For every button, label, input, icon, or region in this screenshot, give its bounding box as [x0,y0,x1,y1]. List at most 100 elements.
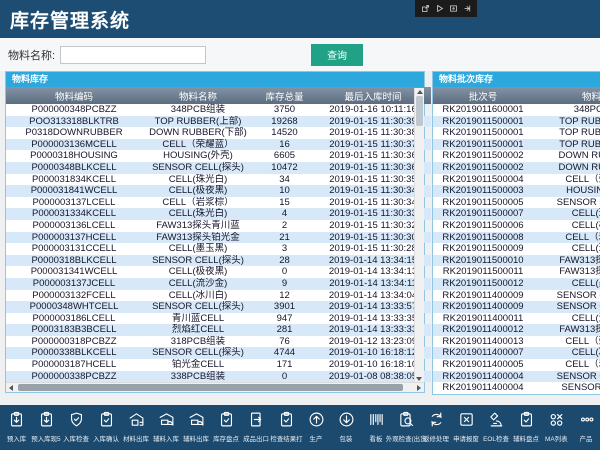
scrollbar-thumb[interactable] [18,384,403,391]
table-row[interactable]: P000003137HCELLFAW313探头铂光金212019-01-15 1… [6,232,431,244]
column-header[interactable]: 物料名称 [533,87,600,104]
material-name-input[interactable] [60,46,206,64]
toolbar-button[interactable]: 库存盘点 [211,411,241,444]
table-row[interactable]: P0000348WHTCELLSENSOR CELL(探头)39012019-0… [6,301,431,313]
toolbar-button[interactable]: 入库检查 [61,411,91,444]
scroll-left-arrow-icon[interactable] [9,385,13,391]
table-row[interactable]: RK2019011400013CELL（荣耀蓝） [433,336,600,348]
table-row[interactable]: RK2019011500001TOP RUBBER(上部 [433,116,600,128]
toolbar-button[interactable]: 生产 [301,411,331,444]
table-row[interactable]: RK2019011500011FAW313探头铂光金 [433,266,600,278]
share-icon[interactable] [463,4,472,13]
column-header[interactable]: 批次号 [433,87,533,104]
table-row[interactable]: RK2019011500004CELL（荣耀蓝） [433,174,600,186]
table-row[interactable]: P000003131CCELLCELL(墨玉黑)32019-01-15 11:3… [6,243,431,255]
table-row[interactable]: RK2019011400007CELL(冰川白) [433,347,600,359]
column-header[interactable]: 物料编码 [6,87,142,104]
query-button[interactable]: 查询 [311,44,363,66]
table-row[interactable]: RK2019011400009SENSOR CELL(探头 [433,290,600,302]
column-header[interactable]: 物料名称 [142,87,254,104]
toolbar-button[interactable]: 成品出口 [241,411,271,444]
table-row[interactable]: RK2019011500003HOUSING(外壳) [433,185,600,197]
screen-icon[interactable] [449,4,458,13]
clipboard-in-icon [38,411,55,433]
table-row[interactable]: RK2019011500001TOP RUBBER(上部 [433,139,600,151]
toolbar-button[interactable]: 包装 [331,411,361,444]
table-cell: CELL(极夜黑) [533,220,600,232]
table-row[interactable]: P000000348PCBZZ348PCB组装37502019-01-16 10… [6,104,431,116]
table-row[interactable]: P0000348BLKCELLSENSOR CELL(探头)104722019-… [6,162,431,174]
table-row[interactable]: P000031341WCELLCELL(极夜黑)02019-01-14 13:3… [6,266,431,278]
table-row[interactable]: RK2019011500005SENSOR CELL(探头 [433,197,600,209]
scrollbar-thumb[interactable] [416,96,423,126]
scroll-up-arrow-icon[interactable] [417,90,423,94]
table-cell: SENSOR CELL(探头) [142,162,254,174]
doc-export-icon [248,411,265,433]
export-icon[interactable] [421,4,430,13]
toolbar-button[interactable]: 返修处理 [421,411,451,444]
toolbar-button[interactable]: 材料出库 [121,411,151,444]
table-row[interactable]: RK2019011400004SENSOR CELL(探 [433,382,600,394]
toolbar-button[interactable]: 产品 [571,411,600,444]
horizontal-scrollbar[interactable] [6,382,424,392]
table-row[interactable]: P000003137JCELLCELL(流沙金)92019-01-14 13:3… [6,278,431,290]
table-row[interactable]: POO313318BLKTRBTOP RUBBER(上部)192682019-0… [6,116,431,128]
table-row[interactable]: P000003186LCELL青川蓝CELL9472019-01-14 13:3… [6,313,431,325]
toolbar-button[interactable]: 预入库 [1,411,31,444]
table-row[interactable]: P000003132FCELLCELL(冰川白)122019-01-14 13:… [6,290,431,302]
table-cell: 76 [254,336,315,348]
table-cell: RK2019011400012 [433,324,533,336]
table-row[interactable]: P0003183B3BCELL烈焰红CELL2812019-01-14 13:3… [6,324,431,336]
toolbar-button[interactable]: 外观检查(出货 [391,411,421,444]
table-row[interactable]: RK2019011500007CELL(珠光白) [433,208,600,220]
toolbar-button[interactable]: 入库确认 [91,411,121,444]
table-row[interactable]: RK2019011400005CELL（岩浆棕） [433,359,600,371]
table-row[interactable]: P0000318BLKCELLSENSOR CELL(探头)282019-01-… [6,255,431,267]
table-row[interactable]: P0000338BLKCELLSENSOR CELL(探头)47442019-0… [6,347,431,359]
table-row[interactable]: RK2019011400009SENSOR CELL(探头 [433,301,600,313]
table-row[interactable]: RK2019011400004SENSOR CELL(探头 [433,371,600,383]
recorder-overlay[interactable] [415,0,477,17]
table-row[interactable]: P000003187HCELL铂光金CELL1712019-01-10 16:1… [6,359,431,371]
scroll-right-arrow-icon[interactable] [417,385,421,391]
toolbar-button[interactable]: 预入库现5 [31,411,61,444]
table-row[interactable]: P000003137LCELLCELL（岩浆棕）152019-01-15 11:… [6,197,431,209]
table-row[interactable]: P000031841WCELLCELL(极夜黑)102019-01-15 11:… [6,185,431,197]
table-row[interactable]: RK2019011500002DOWN RUBBER(下 [433,162,600,174]
toolbar-button[interactable]: 辅料盘点 [511,411,541,444]
toolbar-button[interactable]: 辅料出库 [181,411,211,444]
table-row[interactable]: P0000318HOUSINGHOUSING(外壳)66052019-01-15… [6,150,431,162]
refresh-icon [428,411,445,433]
toolbar-button[interactable]: MA列表 [541,411,571,444]
table-row[interactable]: RK2019011500006CELL(极夜黑) [433,220,600,232]
table-row[interactable]: RK2019011500001TOP RUBBER(上部 [433,127,600,139]
table-row[interactable]: RK2019011400012FAW313探头铂光金 [433,324,600,336]
table-row[interactable]: RK2019011500008CELL（岩浆棕） [433,232,600,244]
table-row[interactable]: RK2019011500012CELL(墨玉黑) [433,278,600,290]
play-icon[interactable] [435,4,444,13]
table-row[interactable]: RK2019011400011CELL(流沙金) [433,313,600,325]
table-row[interactable]: P000031334KCELLCELL(珠光白)42019-01-15 11:3… [6,208,431,220]
table-row[interactable]: RK2019011600001348PCB组装 [433,104,600,116]
scroll-down-arrow-icon[interactable] [416,377,422,381]
table-row[interactable]: P000031834KCELLCELL(珠光白)342019-01-15 11:… [6,174,431,186]
table-row[interactable]: P000000338PCBZZ338PCB组装02019-01-08 08:38… [6,371,431,383]
table-row[interactable]: P000000318PCBZZ318PCB组装762019-01-12 13:2… [6,336,431,348]
table-row[interactable]: P0318DOWNRUBBERDOWN RUBBER(下部)145202019-… [6,127,431,139]
table-row[interactable]: RK2019011500010FAW313探头青川蓝 [433,255,600,267]
toolbar-button[interactable]: 检查结果打 [271,411,301,444]
toolbar-button[interactable]: 辅料入库 [151,411,181,444]
table-row[interactable]: P000003136MCELLCELL（荣耀蓝）162019-01-15 11:… [6,139,431,151]
table-row[interactable]: P000003136LCELLFAW313探头青川蓝22019-01-15 11… [6,220,431,232]
column-header[interactable]: 库存总量 [254,87,315,104]
table-row[interactable]: RK2019011500002DOWN RUBBER(下 [433,150,600,162]
table-row[interactable]: RK2019011500009CELL(珠光白) [433,243,600,255]
toolbar-button[interactable]: 申请报废 [451,411,481,444]
toolbar-label: EOL检查 [483,434,509,443]
vertical-scrollbar[interactable] [414,88,424,383]
table-cell: CELL(极夜黑) [142,266,254,278]
toolbar-button[interactable]: EOL检查 [481,411,511,444]
table-cell: P0000348BLKCELL [6,162,142,174]
table-cell: POO313318BLKTRB [6,116,142,128]
ox-list-icon [548,411,565,433]
